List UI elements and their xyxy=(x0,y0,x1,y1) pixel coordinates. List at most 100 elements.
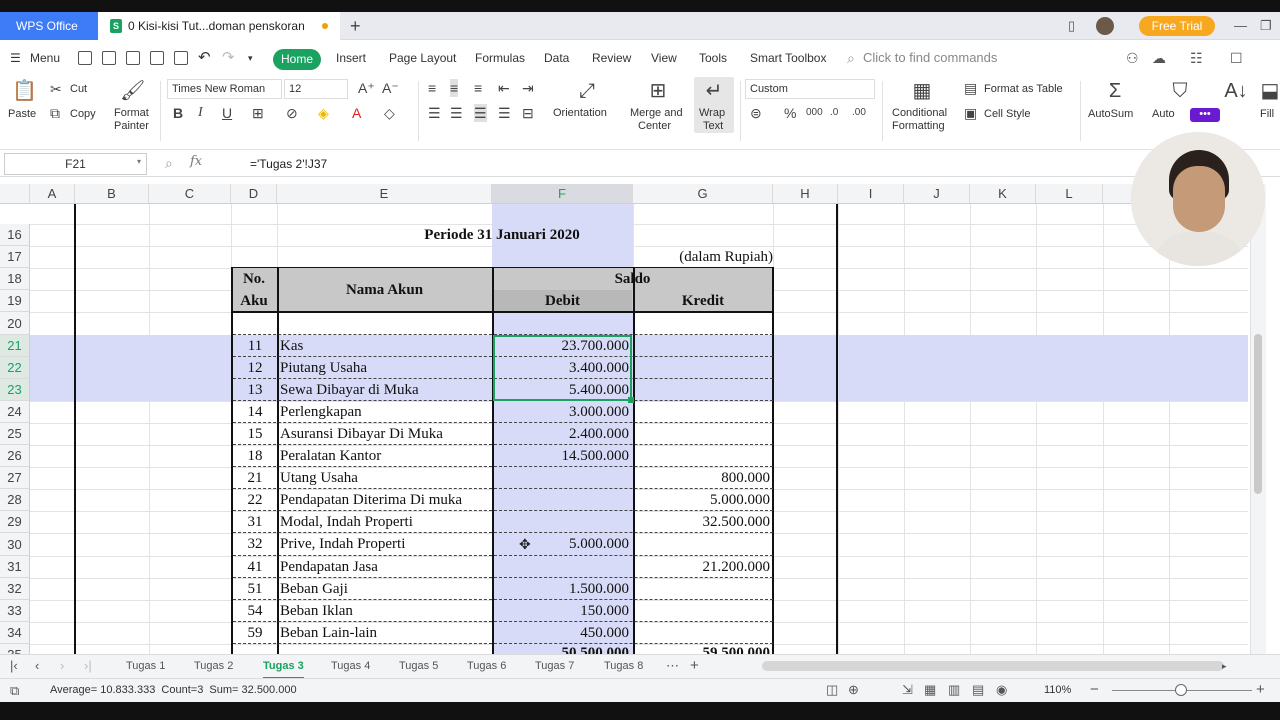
strikethrough-icon[interactable]: ⊘ xyxy=(286,104,298,122)
reading-mode-icon[interactable]: ⇲ xyxy=(902,682,913,698)
increase-font-icon[interactable]: A⁺ xyxy=(358,79,375,97)
cond-label-2[interactable]: Formatting xyxy=(892,120,945,133)
cut-icon[interactable]: ✂ xyxy=(50,80,62,98)
normal-view-icon[interactable]: ▦ xyxy=(924,682,936,698)
row-header-27[interactable]: 27 xyxy=(0,467,30,489)
column-header-f[interactable]: F xyxy=(492,184,633,204)
underline-icon[interactable]: U xyxy=(222,104,232,122)
currency-icon[interactable]: ⊜ xyxy=(750,104,762,122)
column-header-b[interactable]: B xyxy=(75,184,149,204)
column-header-g[interactable]: G xyxy=(633,184,773,204)
autosum-icon[interactable]: Σ xyxy=(1103,79,1127,103)
tab-smart-toolbox[interactable]: Smart Toolbox xyxy=(750,41,826,75)
open-folder-icon[interactable] xyxy=(78,51,92,65)
row-header-16[interactable]: 16 xyxy=(0,224,30,246)
protect-view-icon[interactable]: ◫ xyxy=(826,682,838,698)
next-sheet-icon[interactable]: › xyxy=(60,655,64,677)
cell-style-icon[interactable]: ▣ xyxy=(964,104,977,122)
align-middle-icon[interactable]: ≡ xyxy=(450,79,459,97)
decrease-font-icon[interactable]: A⁻ xyxy=(382,79,399,97)
wps-office-tab[interactable]: WPS Office xyxy=(0,12,98,40)
row-header-20[interactable]: 20 xyxy=(0,312,30,335)
kredit-value[interactable]: 5.000.000 xyxy=(634,489,772,511)
tab-tools[interactable]: Tools xyxy=(699,41,727,75)
percent-icon[interactable]: % xyxy=(784,104,796,122)
font-name-select[interactable]: Times New Roman xyxy=(167,79,282,99)
font-size-select[interactable]: 12 xyxy=(284,79,348,99)
row-header-23[interactable]: 23 xyxy=(0,379,30,401)
paste-icon[interactable]: 📋 xyxy=(12,79,37,103)
column-header-a[interactable]: A xyxy=(30,184,75,204)
row-header-17[interactable]: 17 xyxy=(0,246,30,268)
zoom-in-button[interactable]: + xyxy=(1256,679,1265,701)
hamburger-icon[interactable]: ☰ xyxy=(10,41,21,75)
tab-page-layout[interactable]: Page Layout xyxy=(389,41,456,75)
new-tab-button[interactable]: + xyxy=(350,12,361,40)
name-box[interactable]: F21 xyxy=(4,153,147,175)
row-header-21[interactable]: 21 xyxy=(0,335,30,357)
column-header-d[interactable]: D xyxy=(231,184,277,204)
column-header-k[interactable]: K xyxy=(970,184,1036,204)
cut-button[interactable]: Cut xyxy=(70,83,87,96)
cond-label-1[interactable]: Conditional xyxy=(892,107,947,120)
fx-icon[interactable]: fx xyxy=(190,154,202,169)
merge-label-2[interactable]: Center xyxy=(638,120,671,133)
column-header-c[interactable]: C xyxy=(149,184,231,204)
first-sheet-icon[interactable]: |‹ xyxy=(10,655,18,677)
sheet-tab-tugas-8[interactable]: Tugas 8 xyxy=(604,655,643,677)
debit-value[interactable]: 150.000 xyxy=(494,600,631,622)
merge-label-1[interactable]: Merge and xyxy=(630,107,683,120)
more-sheets-icon[interactable]: ⋯ xyxy=(666,655,679,677)
kredit-value[interactable]: 32.500.000 xyxy=(634,511,772,533)
cloud-icon[interactable]: ☁ xyxy=(1152,41,1166,75)
row-header-35[interactable]: 35 xyxy=(0,644,30,654)
redo-icon[interactable]: ↷ xyxy=(222,41,235,75)
decrease-indent-icon[interactable]: ⇤ xyxy=(498,79,510,97)
align-top-icon[interactable]: ≡ xyxy=(428,79,436,97)
bold-icon[interactable]: B xyxy=(173,104,183,122)
fill-button[interactable]: Fill xyxy=(1260,108,1274,121)
format-painter-label-2[interactable]: Painter xyxy=(114,120,149,133)
zoom-slider-thumb[interactable] xyxy=(1175,684,1187,696)
more-options-icon[interactable]: ••• xyxy=(1190,108,1220,122)
align-center-icon[interactable]: ☰ xyxy=(450,104,463,122)
debit-value[interactable]: 2.400.000 xyxy=(494,423,631,445)
debit-value[interactable]: 1.500.000 xyxy=(494,578,631,600)
number-format-select[interactable]: Custom xyxy=(745,79,875,99)
row-header-29[interactable]: 29 xyxy=(0,511,30,533)
zoom-out-button[interactable]: − xyxy=(1090,679,1099,701)
copy-button[interactable]: Copy xyxy=(70,108,96,121)
eye-icon[interactable]: ◉ xyxy=(996,682,1007,698)
row-header-19[interactable]: 19 xyxy=(0,290,30,312)
zoom-level[interactable]: 110% xyxy=(1044,679,1071,701)
thousands-icon[interactable]: 000 xyxy=(806,104,823,122)
borders-icon[interactable]: ⊞ xyxy=(252,104,264,122)
formula-input[interactable]: ='Tugas 2'!J37 xyxy=(250,151,327,177)
paste-button[interactable]: Paste xyxy=(8,108,36,121)
sheet-tab-tugas-6[interactable]: Tugas 6 xyxy=(467,655,506,677)
debit-value[interactable]: 5.400.000 xyxy=(494,379,631,401)
autofilter-button[interactable]: Auto xyxy=(1152,108,1175,121)
document-tab[interactable]: S 0 Kisi-kisi Tut...doman penskoran xyxy=(98,12,340,40)
last-sheet-icon[interactable]: ›| xyxy=(84,655,92,677)
macro-icon[interactable]: ⧉ xyxy=(10,683,19,699)
fill-color-icon[interactable]: ◈ xyxy=(318,104,329,122)
italic-icon[interactable]: I xyxy=(198,104,203,122)
free-trial-button[interactable]: Free Trial xyxy=(1139,16,1215,36)
sheet-tab-tugas-7[interactable]: Tugas 7 xyxy=(535,655,574,677)
debit-value[interactable]: 14.500.000 xyxy=(494,445,631,467)
debit-value[interactable]: 5.000.000 xyxy=(494,533,631,555)
column-header-l[interactable]: L xyxy=(1036,184,1103,204)
increase-indent-icon[interactable]: ⇥ xyxy=(522,79,534,97)
command-search-input[interactable]: Click to find commands xyxy=(863,41,997,75)
increase-decimal-icon[interactable]: .0 xyxy=(830,104,838,122)
align-right-icon[interactable]: ☰ xyxy=(474,104,487,122)
row-header-18[interactable]: 18 xyxy=(0,268,30,290)
tab-review[interactable]: Review xyxy=(592,41,631,75)
restore-icon[interactable]: ❐ xyxy=(1260,12,1272,40)
orientation-button[interactable]: Orientation xyxy=(553,107,607,120)
menu-button[interactable]: Menu xyxy=(30,41,60,75)
print-preview-icon[interactable] xyxy=(174,51,188,65)
autofilter-icon[interactable]: ⛉ xyxy=(1168,79,1192,103)
vertical-scroll-thumb[interactable] xyxy=(1254,334,1262,494)
